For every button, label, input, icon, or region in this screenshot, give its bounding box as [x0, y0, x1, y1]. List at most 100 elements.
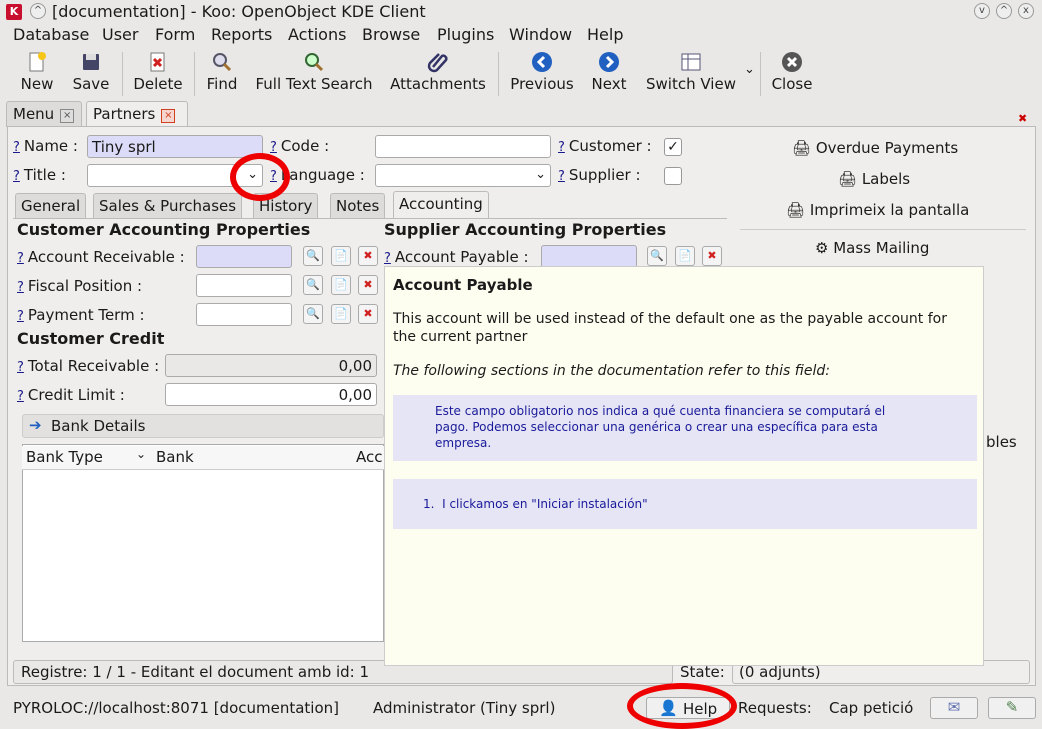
search-icon[interactable]: 🔍 [303, 246, 323, 266]
send-request-button[interactable]: ✎ [988, 697, 1036, 719]
annotation-circle [627, 683, 737, 729]
print-icon: 🖨 [786, 201, 806, 219]
open-record-icon[interactable]: 📄 [331, 246, 351, 266]
open-record-icon[interactable]: 📄 [331, 275, 351, 295]
tab-partners[interactable]: Partners × [86, 101, 188, 127]
supplier-checkbox[interactable] [664, 167, 682, 185]
search-icon[interactable]: 🔍 [647, 246, 667, 266]
credit-limit-field[interactable]: 0,00 [165, 383, 377, 406]
close-button[interactable]: Close [768, 48, 816, 93]
column-bank[interactable]: Bank [156, 448, 194, 466]
fiscal-position-field[interactable] [196, 274, 292, 297]
field-help-tooltip: Account Payable This account will be use… [384, 266, 984, 666]
help-question-link[interactable]: ? [17, 389, 24, 404]
menu-reports[interactable]: Reports [211, 25, 272, 44]
code-field[interactable] [375, 135, 551, 158]
help-question-link[interactable]: ? [558, 169, 565, 184]
close-tab-icon[interactable]: × [161, 109, 176, 123]
clear-icon[interactable]: ✖ [702, 246, 722, 266]
payment-term-field[interactable] [196, 303, 292, 326]
new-button[interactable]: New [12, 48, 62, 93]
code-label: ? Code : [270, 137, 330, 155]
help-question-link[interactable]: ? [558, 140, 565, 155]
help-question-link[interactable]: ? [17, 309, 24, 324]
account-payable-label: ? Account Payable : [384, 248, 529, 266]
mass-mailing-button[interactable]: ⚙ Mass Mailing [815, 239, 929, 257]
tooltip-body: This account will be used instead of the… [393, 311, 947, 345]
tab-sales-purchases[interactable]: Sales & Purchases [93, 193, 243, 219]
bank-list[interactable] [22, 444, 384, 642]
envelope-icon: ✉ [947, 698, 961, 716]
menu-plugins[interactable]: Plugins [437, 25, 494, 44]
open-record-icon[interactable]: 📄 [331, 304, 351, 324]
bank-details-expander[interactable]: ➔ Bank Details [22, 414, 384, 438]
switch-view-button[interactable]: Switch View [642, 48, 740, 93]
close-all-tabs-icon[interactable]: ✖ [1018, 112, 1027, 125]
menu-browse[interactable]: Browse [362, 25, 420, 44]
tab-notes[interactable]: Notes [330, 193, 386, 219]
help-question-link[interactable]: ? [17, 360, 24, 375]
overdue-payments-button[interactable]: 🖨 Overdue Payments [792, 139, 958, 157]
menu-user[interactable]: User [102, 25, 138, 44]
customer-checkbox[interactable]: ✓ [664, 138, 682, 156]
total-receivable-label: ? Total Receivable : [17, 357, 160, 375]
menu-form[interactable]: Form [155, 25, 195, 44]
imprimeix-la-pantalla-button[interactable]: 🖨 Imprimeix la pantalla [786, 201, 969, 219]
doc-section-1[interactable]: Este campo obligatorio nos indica a qué … [393, 395, 977, 461]
menu-database[interactable]: Database [13, 25, 89, 44]
labels-button[interactable]: 🖨 Labels [838, 170, 910, 188]
help-question-link[interactable]: ? [17, 280, 24, 295]
minimize-icon[interactable]: v [974, 3, 990, 19]
language-select[interactable]: ⌄ [375, 164, 551, 187]
search-icon[interactable]: 🔍 [303, 275, 323, 295]
customer-credit-heading: Customer Credit [17, 329, 165, 348]
switch-view-dropdown-icon[interactable]: ⌄ [744, 62, 755, 77]
window-titlebar: K ^ [documentation] - Koo: OpenObject KD… [0, 0, 1042, 24]
account-receivable-field[interactable] [196, 245, 292, 268]
requests-label: Requests: [738, 699, 812, 717]
clear-icon[interactable]: ✖ [358, 246, 378, 266]
koo-app-icon[interactable]: K [6, 4, 22, 20]
open-record-icon[interactable]: 📄 [675, 246, 695, 266]
help-question-link[interactable]: ? [13, 169, 20, 184]
help-question-link[interactable]: ? [17, 251, 24, 266]
attachments-button[interactable]: Attachments [388, 48, 488, 93]
account-payable-field[interactable] [541, 245, 637, 268]
previous-button[interactable]: Previous [506, 48, 578, 93]
doc-section-2[interactable]: 1. I clickamos en "Iniciar instalación" [393, 479, 977, 529]
close-tab-icon[interactable]: × [60, 109, 75, 123]
next-button[interactable]: Next [586, 48, 632, 93]
tab-general[interactable]: General [15, 193, 87, 219]
delete-button[interactable]: Delete [130, 48, 186, 93]
menu-window[interactable]: Window [509, 25, 572, 44]
status-bar: PYROLOC://localhost:8071 [documentation]… [0, 694, 1042, 724]
clear-icon[interactable]: ✖ [358, 275, 378, 295]
user-info: Administrator (Tiny sprl) [373, 699, 556, 717]
name-field[interactable]: Tiny sprl [87, 135, 263, 158]
help-question-link[interactable]: ? [384, 251, 391, 266]
column-acc[interactable]: Acc [356, 448, 383, 466]
find-button[interactable]: Find [200, 48, 244, 93]
maximize-icon[interactable]: ^ [996, 3, 1012, 19]
window-menu-icon[interactable]: ^ [30, 3, 46, 19]
menu-help[interactable]: Help [587, 25, 623, 44]
paperclip-icon [427, 53, 448, 73]
sort-chevron-icon[interactable]: ⌄ [136, 447, 146, 461]
clear-icon[interactable]: ✖ [358, 304, 378, 324]
credit-limit-label: ? Credit Limit : [17, 386, 125, 404]
toolbar-separator [498, 52, 499, 96]
full-text-search-button[interactable]: Full Text Search [250, 48, 378, 93]
send-icon: ✎ [1005, 698, 1019, 716]
menu-actions[interactable]: Actions [288, 25, 346, 44]
column-bank-type[interactable]: Bank Type [26, 448, 103, 466]
help-question-link[interactable]: ? [270, 140, 277, 155]
help-question-link[interactable]: ? [13, 140, 20, 155]
tab-menu[interactable]: Menu × [6, 101, 82, 127]
save-button[interactable]: Save [66, 48, 116, 93]
close-window-icon[interactable]: x [1018, 3, 1034, 19]
print-icon: 🖨 [838, 170, 858, 188]
tab-accounting[interactable]: Accounting [393, 191, 489, 219]
search-icon[interactable]: 🔍 [303, 304, 323, 324]
annotation-circle [230, 153, 290, 201]
read-requests-button[interactable]: ✉ [930, 697, 978, 719]
